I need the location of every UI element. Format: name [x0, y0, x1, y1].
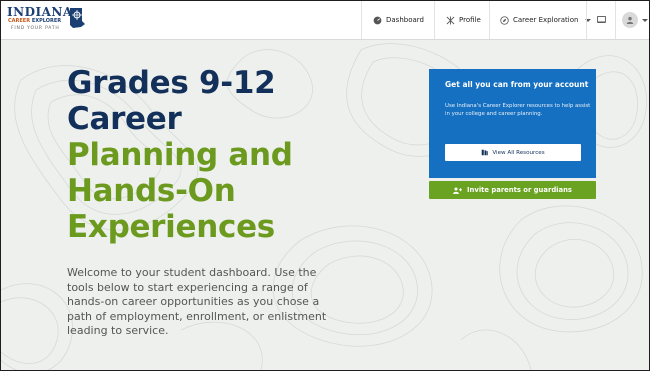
page-title: Grades 9-12 Career Planning and Hands-On…	[67, 65, 293, 245]
indiana-map-icon	[70, 8, 85, 28]
indiana-career-explorer-logo[interactable]: INDIANA CAREER EXPLORER FIND YOUR PATH	[7, 6, 87, 36]
nav-dashboard[interactable]: Dashboard	[373, 1, 424, 39]
logo-wordmark: INDIANA	[7, 5, 73, 19]
profile-icon	[446, 15, 455, 25]
title-line: Experiences	[67, 209, 275, 245]
nav-profile[interactable]: Profile	[446, 1, 481, 39]
card-description: Use Indiana's Career Explorer resources …	[445, 103, 591, 117]
account-resources-card: Get all you can from your account Use In…	[429, 69, 596, 178]
card-title: Get all you can from your account	[445, 80, 589, 89]
logo-tagline: FIND YOUR PATH	[11, 26, 60, 31]
logo-subtitle: CAREER EXPLORER	[8, 18, 62, 24]
nav-dashboard-label: Dashboard	[386, 16, 424, 24]
invite-parents-button[interactable]: Invite parents or guardians	[429, 181, 596, 199]
user-icon	[626, 16, 634, 24]
title-line: Hands-On	[67, 173, 236, 209]
title-line: Planning and	[67, 137, 293, 173]
top-navigation-bar: INDIANA CAREER EXPLORER FIND YOUR PATH D…	[1, 1, 649, 40]
view-all-resources-button[interactable]: View All Resources	[445, 144, 581, 161]
page-frame: INDIANA CAREER EXPLORER FIND YOUR PATH D…	[0, 0, 650, 371]
nav-divider	[615, 1, 616, 39]
nav-divider	[489, 1, 490, 39]
chevron-down-icon	[642, 18, 648, 22]
nav-profile-label: Profile	[459, 16, 481, 24]
user-menu[interactable]	[622, 1, 648, 39]
nav-divider	[361, 1, 362, 39]
dashboard-icon	[373, 16, 382, 24]
nav-divider	[586, 1, 587, 39]
nav-career-exploration-label: Career Exploration	[513, 16, 579, 24]
messages-icon	[597, 16, 606, 23]
compass-icon	[500, 15, 509, 25]
intro-text: Welcome to your student dashboard. Use t…	[67, 266, 327, 337]
invite-parents-label: Invite parents or guardians	[467, 186, 572, 194]
add-user-icon	[453, 187, 463, 194]
nav-career-exploration[interactable]: Career Exploration	[500, 1, 592, 39]
avatar	[622, 12, 638, 28]
view-all-resources-label: View All Resources	[492, 149, 545, 156]
messages-button[interactable]	[597, 1, 606, 39]
title-line: Grades 9-12	[67, 65, 276, 101]
nav-divider	[434, 1, 435, 39]
resources-icon	[482, 149, 489, 156]
title-line: Career	[67, 101, 182, 137]
